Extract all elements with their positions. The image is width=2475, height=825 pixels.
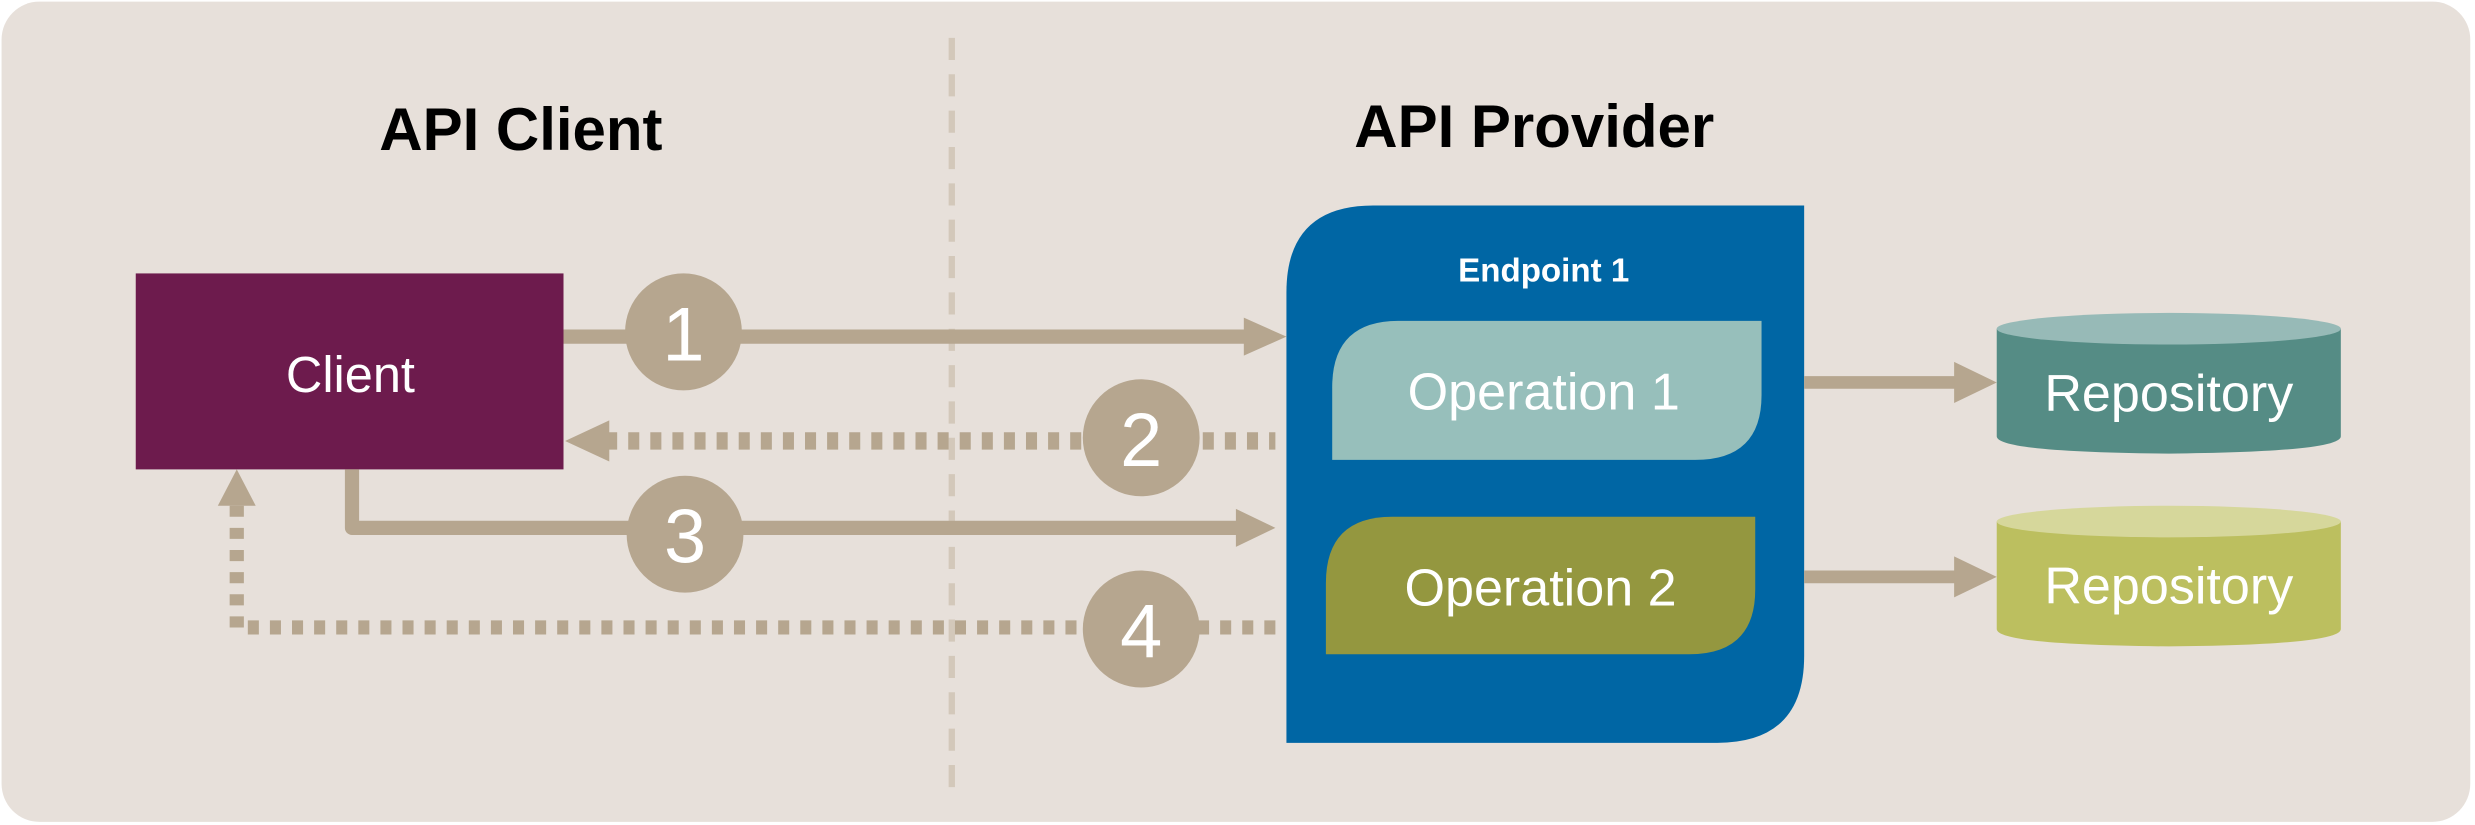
operation-1-label: Operation 1	[1408, 363, 1680, 421]
svg-text:2: 2	[1120, 398, 1162, 483]
repository-1[interactable]: Repository	[1996, 312, 2341, 454]
step-badge-2: 2	[1082, 379, 1200, 497]
title-api-client: API Client	[379, 96, 662, 163]
operation-2-label: Operation 2	[1404, 559, 1676, 617]
step-badge-4: 4	[1082, 570, 1200, 688]
svg-text:1: 1	[662, 292, 704, 377]
svg-text:3: 3	[664, 495, 706, 580]
step-badge-3: 3	[626, 475, 744, 593]
repository-2-label: Repository	[2044, 558, 2293, 616]
repository-1-label: Repository	[2044, 365, 2293, 423]
api-diagram: API Client API Provider Client 1 2 3 4 E…	[1, 1, 2471, 822]
endpoint-label: Endpoint 1	[1458, 252, 1629, 289]
client-label: Client	[286, 346, 415, 403]
title-api-provider: API Provider	[1354, 93, 1714, 160]
step-badge-1: 1	[625, 273, 742, 391]
svg-text:4: 4	[1120, 589, 1162, 674]
repository-2[interactable]: Repository	[1996, 505, 2341, 647]
